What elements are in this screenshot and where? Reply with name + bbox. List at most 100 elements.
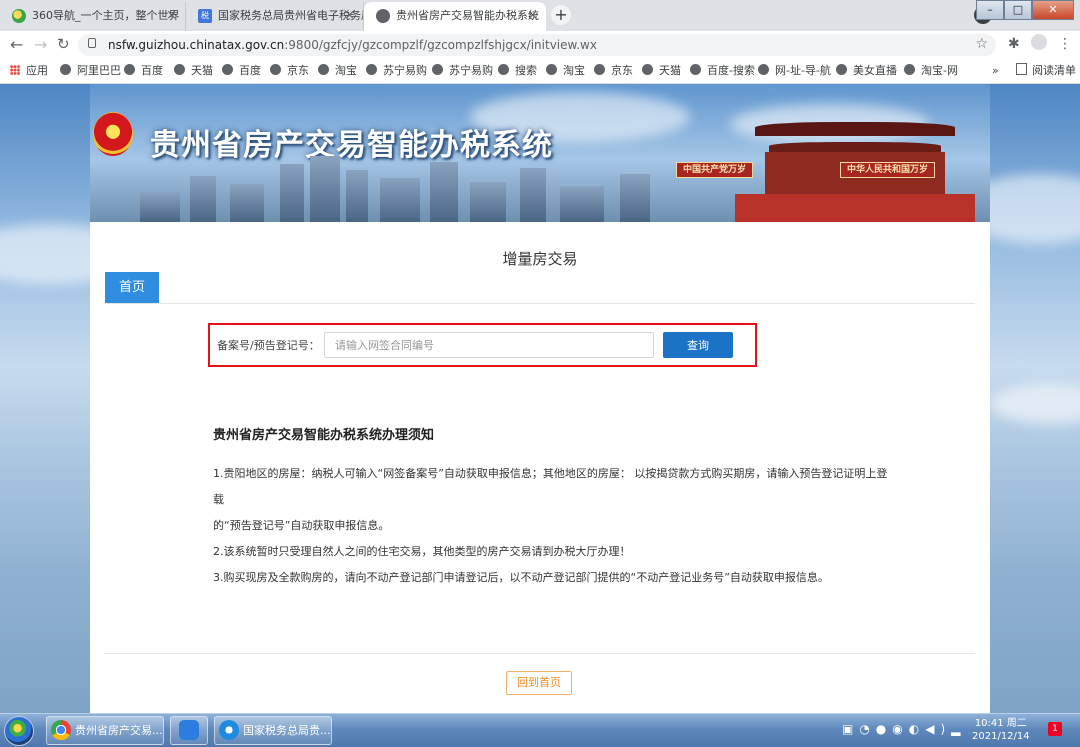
globe-icon	[758, 64, 769, 75]
app-icon	[179, 720, 199, 740]
taskbar-item-chrome[interactable]: 贵州省房产交易...	[46, 716, 164, 745]
menu-icon[interactable]: ⋮	[1058, 36, 1072, 52]
star-icon[interactable]: ☆	[975, 36, 988, 52]
notice-item: 的“预告登记号”自动获取申报信息。	[213, 519, 390, 532]
browser-tab-etax[interactable]: 税 国家税务总局贵州省电子税务局 ×	[186, 2, 364, 31]
extensions-icon[interactable]: ✱	[1008, 36, 1020, 52]
lock-icon	[88, 38, 96, 48]
browser-tab-active[interactable]: 贵州省房产交易智能办税系统 ×	[364, 2, 546, 31]
globe-icon	[498, 64, 509, 75]
close-icon[interactable]: ×	[527, 2, 538, 29]
bookmark-apps[interactable]: 应用	[10, 59, 48, 83]
globe-icon	[376, 9, 390, 23]
new-tab-button[interactable]: +	[551, 5, 571, 25]
apps-grid-icon	[10, 65, 20, 75]
bookmark-item[interactable]: 阿里巴巴	[60, 59, 121, 83]
bookmark-item[interactable]: 网-址-导-航	[758, 59, 831, 83]
bookmark-item[interactable]: 京东	[270, 59, 309, 83]
contract-number-input[interactable]	[324, 332, 654, 358]
header-banner: 贵州省房产交易智能办税系统 中国共产党万岁 中华人民共和国万岁	[90, 84, 990, 222]
reading-list-icon	[1016, 63, 1027, 75]
start-button[interactable]	[4, 716, 34, 746]
clock[interactable]: 10:41 周二 2021/12/14	[972, 717, 1030, 743]
search-panel: 备案号/预告登记号： 查询	[208, 323, 757, 367]
notice-title: 贵州省房产交易智能办税系统办理须知	[213, 428, 435, 443]
taskbar-item-ie[interactable]: 国家税务总局贵...	[214, 716, 332, 745]
globe-icon	[366, 64, 377, 75]
back-arrow-icon[interactable]: ←	[10, 35, 23, 54]
search-label: 备案号/预告登记号：	[217, 339, 320, 352]
maximize-button[interactable]: □	[1004, 0, 1032, 20]
close-icon[interactable]: ×	[344, 2, 355, 29]
minimize-button[interactable]: –	[976, 0, 1004, 20]
globe-icon	[270, 64, 281, 75]
close-icon[interactable]: ×	[166, 2, 177, 29]
globe-icon	[690, 64, 701, 75]
tab-home[interactable]: 首页	[105, 272, 159, 303]
globe-icon	[642, 64, 653, 75]
page-title: 增量房交易	[502, 250, 578, 268]
bookmark-item[interactable]: 淘宝	[546, 59, 585, 83]
tab-title: 国家税务总局贵州省电子税务局	[218, 9, 364, 22]
divider	[104, 653, 975, 654]
notice-item: 3.购买现房及全款购房的，请向不动产登记部门申请登记后，以不动产登记部门提供的“…	[213, 571, 829, 584]
bookmark-item[interactable]: 苏宁易购	[366, 59, 427, 83]
tab-bar: 首页	[104, 272, 975, 304]
slogan-sign-left: 中国共产党万岁	[676, 162, 754, 178]
chrome-icon	[51, 720, 71, 740]
web-page: 贵州省房产交易智能办税系统 中国共产党万岁 中华人民共和国万岁 增量房交易 首页…	[0, 84, 1080, 713]
taskbar: 贵州省房产交易... 国家税务总局贵... ▣◔●◉◐◀)▂ 10:41 周二 …	[0, 713, 1080, 747]
window-controls: – □ ✕	[976, 0, 1074, 20]
forward-arrow-icon[interactable]: →	[34, 35, 47, 54]
globe-icon	[124, 64, 135, 75]
globe-icon	[432, 64, 443, 75]
national-emblem-icon	[93, 112, 133, 156]
url-field[interactable]: nsfw.guizhou.chinatax.gov.cn:9800/gzfcjy…	[78, 34, 996, 56]
globe-icon	[222, 64, 233, 75]
main-card: 增量房交易 首页 备案号/预告登记号： 查询 贵州省房产交易智能办税系统办理须知…	[90, 222, 990, 713]
tax-icon: 税	[198, 9, 212, 23]
notice-item: 1.贵阳地区的房屋：纳税人可输入“网签备案号”自动获取申报信息；其他地区的房屋：…	[213, 467, 888, 506]
browser-tab-strip: 360导航_一个主页，整个世界 × 税 国家税务总局贵州省电子税务局 × 贵州省…	[0, 0, 1080, 31]
bookmark-item[interactable]: 淘宝-网	[904, 59, 958, 83]
tab-title: 贵州省房产交易智能办税系统	[396, 9, 539, 22]
bookmark-item[interactable]: 搜索	[498, 59, 537, 83]
bookmark-item[interactable]: 百度	[124, 59, 163, 83]
bookmark-item[interactable]: 百度-搜索	[690, 59, 755, 83]
globe-icon	[836, 64, 847, 75]
notice-section: 贵州省房产交易智能办税系统办理须知 1.贵阳地区的房屋：纳税人可输入“网签备案号…	[213, 424, 893, 591]
browser-tab-360[interactable]: 360导航_一个主页，整个世界 ×	[0, 2, 186, 31]
globe-icon	[318, 64, 329, 75]
reload-icon[interactable]: ↻	[57, 35, 70, 53]
back-home-button[interactable]: 回到首页	[506, 671, 572, 695]
ie-icon	[219, 720, 239, 740]
bookmarks-more-icon[interactable]: »	[992, 59, 999, 83]
query-button[interactable]: 查询	[663, 332, 733, 358]
bookmark-item[interactable]: 百度	[222, 59, 261, 83]
tab-title: 360导航_一个主页，整个世界	[32, 9, 180, 22]
bookmark-item[interactable]: 京东	[594, 59, 633, 83]
notification-icon[interactable]: 1	[1048, 722, 1062, 736]
bookmark-item[interactable]: 天猫	[642, 59, 681, 83]
slogan-sign-right: 中华人民共和国万岁	[840, 162, 936, 178]
bookmark-item[interactable]: 苏宁易购	[432, 59, 493, 83]
taskbar-item-app[interactable]	[170, 716, 208, 745]
globe-icon	[174, 64, 185, 75]
notice-item: 2.该系统暂时只受理自然人之间的住宅交易，其他类型的房产交易请到办税大厅办理！	[213, 545, 631, 558]
avatar-icon[interactable]	[1031, 34, 1047, 50]
city-skyline	[130, 152, 690, 222]
system-tray-icons[interactable]: ▣◔●◉◐◀)▂	[842, 722, 966, 736]
reading-list-button[interactable]: 阅读清单	[1016, 59, 1076, 83]
globe-icon	[904, 64, 915, 75]
globe-icon	[594, 64, 605, 75]
bookmark-item[interactable]: 淘宝	[318, 59, 357, 83]
close-window-button[interactable]: ✕	[1032, 0, 1074, 20]
bookmark-item[interactable]: 美女直播	[836, 59, 897, 83]
bookmark-item[interactable]: 天猫	[174, 59, 213, 83]
url-text: nsfw.guizhou.chinatax.gov.cn:9800/gzfcjy…	[108, 38, 597, 52]
globe-icon	[546, 64, 557, 75]
address-bar: ← → ↻ nsfw.guizhou.chinatax.gov.cn:9800/…	[0, 31, 1080, 59]
360-icon	[12, 9, 26, 23]
background-cloud	[990, 384, 1080, 424]
bookmarks-bar: 应用 阿里巴巴 百度 天猫 百度 京东 淘宝 苏宁易购 苏宁易购 搜索 淘宝 京…	[0, 59, 1080, 84]
